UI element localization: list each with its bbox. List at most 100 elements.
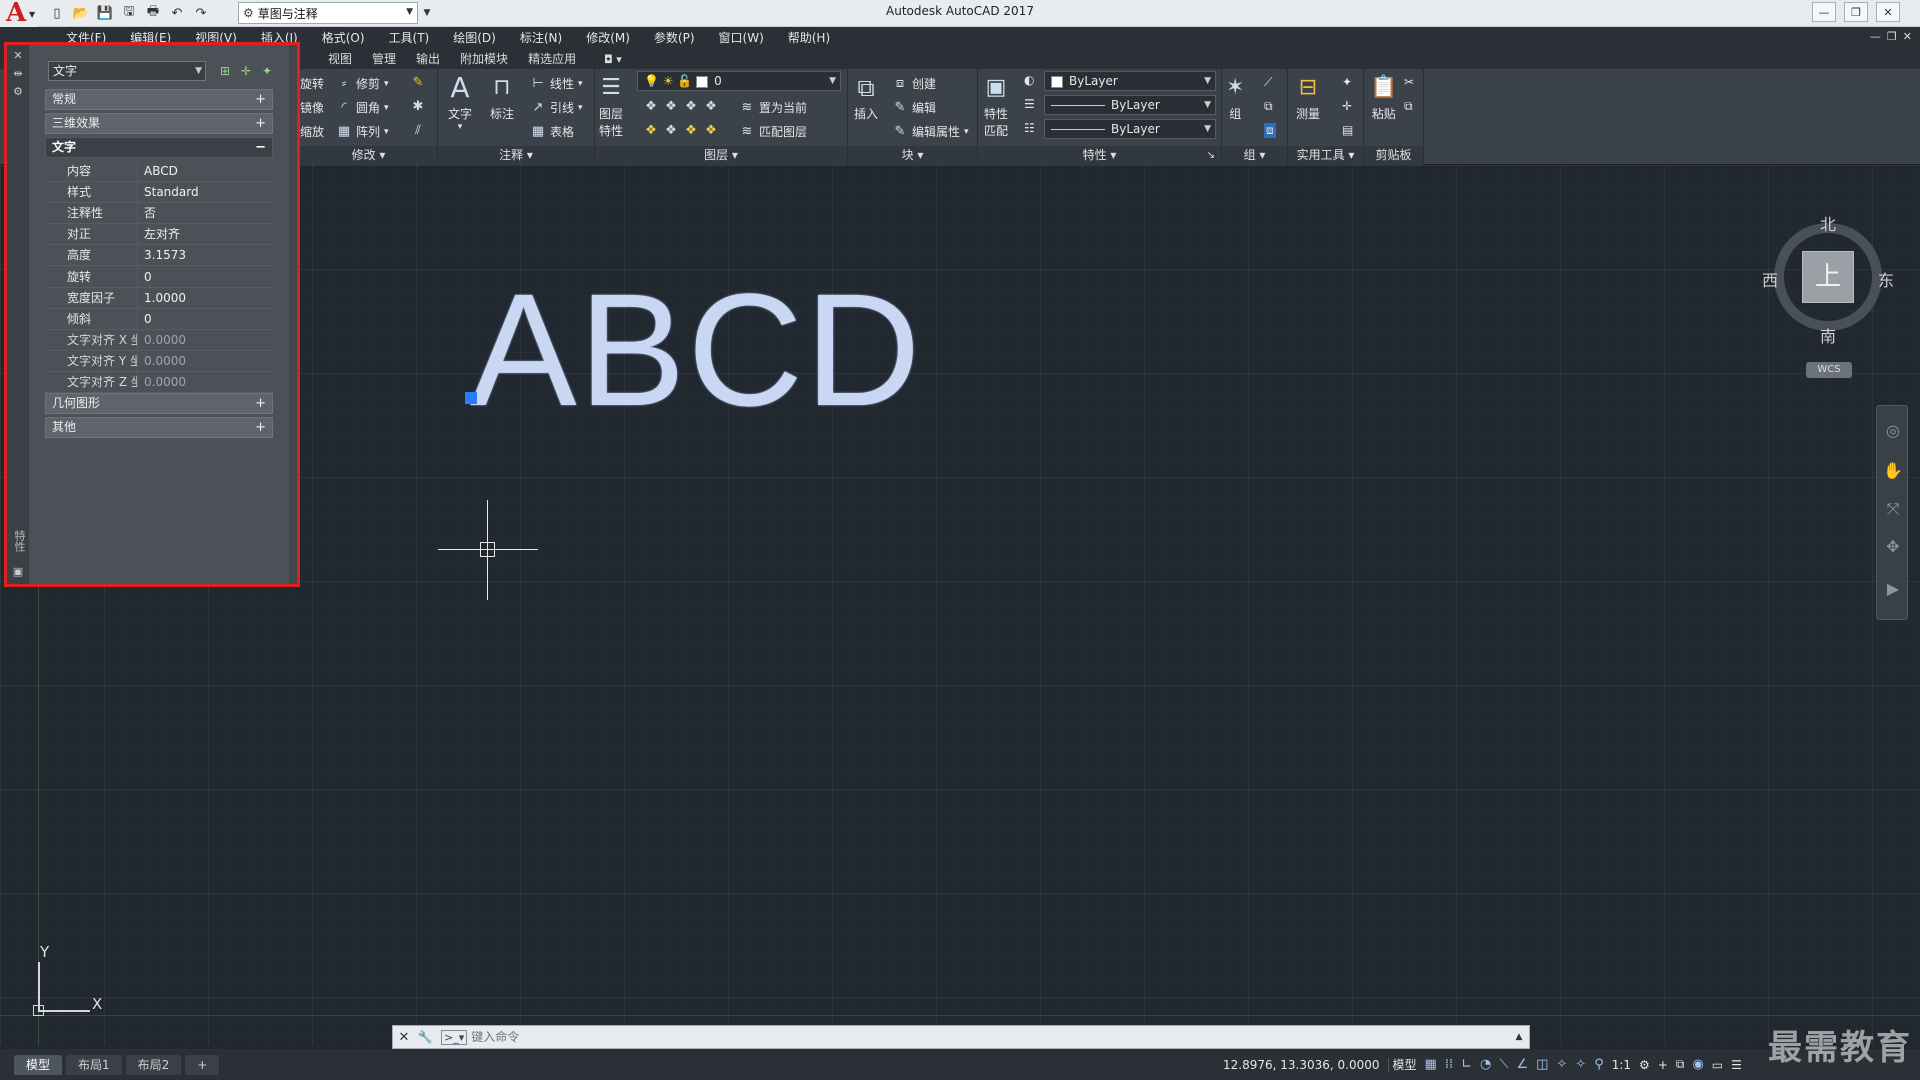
array-button[interactable]: ▦ 阵列 ▾ [336, 123, 389, 140]
trim-button[interactable]: ⸗ 修剪 ▾ [336, 75, 389, 92]
selected-text-object[interactable]: ABCD [470, 270, 923, 430]
grid-icon[interactable]: ▦ [1421, 1057, 1441, 1072]
cut-icon[interactable]: ✂ [1404, 75, 1414, 89]
category-geometry[interactable]: 几何图形 + [45, 393, 273, 414]
polar-icon[interactable]: ◔ [1476, 1057, 1495, 1072]
ribbon-minimize-icon[interactable]: ◘ ▾ [604, 53, 622, 66]
workspace-switch-icon[interactable]: ⚙ [1635, 1058, 1654, 1072]
wcs-menu[interactable]: WCS [1806, 362, 1852, 378]
category-general[interactable]: 常规 + [45, 89, 273, 110]
rotate-button[interactable]: 旋转 [300, 75, 324, 92]
property-row[interactable]: 对正 左对齐 [45, 224, 273, 246]
customize-icon[interactable]: 🔧 [415, 1030, 435, 1044]
insert-block-button[interactable]: ⧉ 插入 [854, 71, 878, 122]
minimize-drawing-icon[interactable]: — [1870, 30, 1881, 43]
property-value[interactable]: 1.0000 [137, 287, 273, 309]
erase-button[interactable]: ✎ [410, 75, 426, 91]
viewcube[interactable]: 上 北 南 东 西 [1762, 215, 1894, 346]
showmotion-icon[interactable]: ▶ [1877, 574, 1909, 604]
modify-panel-title[interactable]: 修改 ▾ [300, 146, 437, 165]
close-icon[interactable]: ✕ [10, 49, 26, 62]
menu-item[interactable]: 帮助(H) [776, 27, 842, 49]
new-layout-button[interactable]: + [185, 1054, 220, 1075]
quick-select-icon[interactable]: ✦ [258, 62, 276, 80]
property-value[interactable]: 0 [137, 266, 273, 288]
linetype-dropdown[interactable]: ByLayer ▼ [1044, 95, 1216, 115]
auto-hide-icon[interactable]: ⇹ [10, 67, 26, 80]
id-point-icon[interactable]: ✛ [1342, 99, 1352, 113]
close-command-line-icon[interactable]: ✕ [393, 1030, 415, 1045]
orbit-icon[interactable]: ✥ [1877, 532, 1909, 562]
menu-item[interactable]: 窗口(W) [707, 27, 776, 49]
isodraft-icon[interactable]: ⟍ [1495, 1057, 1512, 1072]
properties-panel-title[interactable]: 特性 ▾ ↘ [978, 146, 1221, 165]
menu-item[interactable]: 绘图(D) [441, 27, 508, 49]
property-value[interactable]: 否 [137, 203, 273, 225]
property-row[interactable]: 文字对齐 X 坐...0.0000 [45, 329, 273, 351]
select-objects-icon[interactable]: ✛ [237, 62, 255, 80]
leader-button[interactable]: ↗ 引线 ▾ [530, 99, 583, 116]
property-value[interactable]: ABCD [137, 161, 273, 182]
match-layer-button[interactable]: ≋ 匹配图层 [739, 123, 807, 140]
property-row[interactable]: 宽度因子 1.0000 [45, 287, 273, 309]
calculator-icon[interactable]: ▤ [1342, 123, 1353, 137]
ribbon-tab[interactable]: 输出 [406, 49, 450, 69]
utilities-panel-title[interactable]: 实用工具 ▾ [1288, 146, 1363, 165]
layers-panel-title[interactable]: 图层 ▾ [595, 146, 847, 165]
palette-menu-icon[interactable]: ▣ [10, 565, 26, 578]
close-button[interactable]: ✕ [1876, 2, 1900, 22]
pan-hand-icon[interactable]: ✋ [1877, 456, 1909, 486]
quick-select-icon[interactable]: ✦ [1342, 75, 1352, 89]
maximize-button[interactable]: ❐ [1844, 2, 1868, 22]
group-edit-icon[interactable]: ⧉ [1264, 99, 1273, 114]
annotation-visibility-icon[interactable]: ✧ [1552, 1057, 1571, 1072]
property-value[interactable]: 0.0000 [137, 372, 273, 393]
menu-item[interactable]: 标注(N) [508, 27, 574, 49]
groups-panel-title[interactable]: 组 ▾ [1222, 146, 1287, 165]
ribbon-tab[interactable]: 管理 [362, 49, 406, 69]
compass-east[interactable]: 东 [1878, 267, 1894, 291]
layout-tab[interactable]: 模型 [14, 1054, 63, 1075]
layer-properties-button[interactable]: ☰ 图层 特性 [599, 71, 623, 139]
property-value[interactable]: Standard [137, 182, 273, 204]
layer-freeze-icon[interactable]: ❖ [683, 99, 699, 115]
scale-button[interactable]: 缩放 [300, 123, 324, 140]
offset-button[interactable]: ⫽ [410, 123, 426, 139]
create-block-button[interactable]: ⧈ 创建 [892, 75, 936, 92]
menu-item[interactable]: 格式(O) [310, 27, 377, 49]
clean-screen-icon[interactable]: ▭ [1708, 1058, 1727, 1072]
dimension-button[interactable]: ⊓ 标注 [490, 71, 514, 122]
layer-unisolate-icon[interactable]: ❖ [663, 123, 679, 139]
annotation-scale-icon[interactable]: ⚲ [1590, 1057, 1608, 1072]
dialog-launcher-icon[interactable]: ↘ [1207, 146, 1215, 165]
ungroup-icon[interactable]: ⟋ [1264, 75, 1272, 90]
property-value[interactable]: 0.0000 [137, 329, 273, 351]
property-row[interactable]: 高度 3.1573 [45, 245, 273, 267]
property-row[interactable]: 文字对齐 Z 坐...0.0000 [45, 372, 273, 393]
group-select-icon[interactable]: ⧈ [1264, 123, 1276, 138]
isolate-objects-icon[interactable]: ⧉ [1672, 1057, 1689, 1072]
ribbon-tab[interactable]: 精选应用 [518, 49, 586, 69]
coordinates-readout[interactable]: 12.8976, 13.3036, 0.0000 [1215, 1057, 1389, 1072]
table-button[interactable]: ▦ 表格 [530, 123, 574, 140]
object-type-dropdown[interactable]: 文字 ▼ [48, 61, 206, 81]
edit-block-button[interactable]: ✎ 编辑 [892, 99, 936, 116]
layout-tab[interactable]: 布局2 [125, 1054, 182, 1075]
auto-scale-icon[interactable]: ✧ [1571, 1057, 1590, 1072]
palette-settings-icon[interactable]: ⚙ [10, 85, 26, 98]
close-drawing-icon[interactable]: ✕ [1903, 30, 1912, 43]
steering-wheel-icon[interactable]: ◎ [1877, 416, 1909, 446]
fillet-button[interactable]: ◜ 圆角 ▾ [336, 99, 388, 116]
property-row[interactable]: 样式 Standard [45, 182, 273, 204]
color-dropdown[interactable]: ByLayer ▼ [1044, 71, 1216, 91]
property-value[interactable]: 左对齐 [137, 224, 273, 246]
layer-lock-icon[interactable]: ❖ [703, 99, 719, 115]
property-value[interactable]: 0 [137, 308, 273, 330]
minimize-button[interactable]: — [1812, 2, 1836, 22]
command-input[interactable] [471, 1030, 1509, 1044]
measure-button[interactable]: ⊟ 测量 [1296, 71, 1320, 122]
category-text[interactable]: 文字 − [45, 137, 273, 158]
compass-west[interactable]: 西 [1762, 267, 1778, 291]
layer-thaw-icon[interactable]: ❖ [683, 123, 699, 139]
property-value[interactable]: 0.0000 [137, 350, 273, 372]
